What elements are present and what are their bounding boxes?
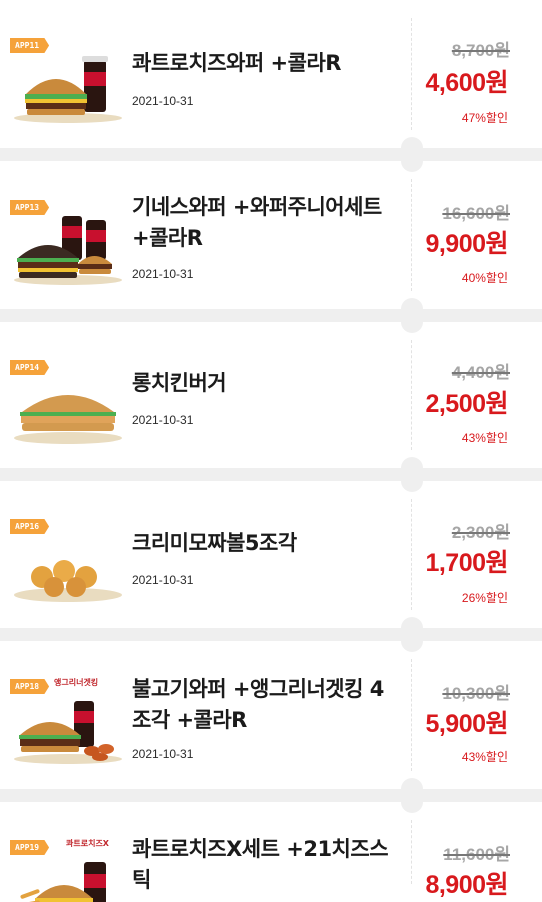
original-price: 16,600원 xyxy=(442,204,510,223)
original-price: 11,600원 xyxy=(443,845,510,864)
coupon-card[interactable]: APP13 기네스와퍼 +와퍼주니어세트 +콜라R 2021-10-31 16,… xyxy=(0,150,542,320)
coupon-code-badge: APP13 xyxy=(10,200,50,215)
sale-price: 5,900원 xyxy=(425,710,508,738)
coupon-code-badge: APP11 xyxy=(10,38,50,53)
original-price: 10,300원 xyxy=(442,684,510,703)
coupon-title: 불고기와퍼 +앵그리너겟킹 4조각 +콜라R xyxy=(132,677,384,732)
coupon-title: 콰트로치즈와퍼 +콜라R xyxy=(132,51,341,75)
burger-nuggets-set-icon xyxy=(14,701,122,764)
coupon-image: APP18 앵그리너겟킹 xyxy=(10,678,126,765)
coupon-expiry-date: 2021-10-31 xyxy=(132,747,194,761)
coupon-card[interactable]: APP14 롱치킨버거 2021-10-31 4,400원 2,500원 43%… xyxy=(0,311,542,479)
sale-price: 4,600원 xyxy=(425,69,508,97)
discount-rate: 40%할인 xyxy=(461,271,508,285)
discount-rate: 26%할인 xyxy=(461,591,508,605)
coupon-image: APP11 xyxy=(10,38,126,124)
card-notch xyxy=(401,311,423,333)
card-notch xyxy=(401,150,423,172)
coupon-title: 기네스와퍼 +와퍼주니어세트 +콜라R xyxy=(132,195,382,250)
coupon-image: APP13 xyxy=(10,200,126,286)
coupon-code-badge: APP16 xyxy=(10,519,50,534)
coupon-title: 크리미모짜볼5조각 xyxy=(132,531,297,555)
discount-rate: 47%할인 xyxy=(461,111,508,125)
card-notch xyxy=(401,791,423,813)
original-price: 4,400원 xyxy=(451,363,510,382)
coupon-title: 롱치킨버거 xyxy=(132,371,227,395)
card-notch xyxy=(401,630,423,652)
cheese-set-icon xyxy=(18,862,106,902)
coupon-code-badge: APP18 xyxy=(10,679,50,694)
coupon-image: APP14 xyxy=(10,360,126,446)
coupon-card[interactable]: APP19 콰트로치즈X 콰트로치즈X세트 +21치즈스틱 11,600원 8,… xyxy=(0,791,542,902)
sale-price: 8,900원 xyxy=(425,871,508,899)
card-notch xyxy=(401,470,423,492)
sale-price: 1,700원 xyxy=(425,549,508,577)
coupon-expiry-date: 2021-10-31 xyxy=(132,267,194,281)
sale-price: 9,900원 xyxy=(425,230,508,258)
coupon-image: APP19 콰트로치즈X xyxy=(10,839,126,902)
coupon-title: 콰트로치즈X세트 +21치즈스틱 xyxy=(132,837,389,892)
product-tag-label: 앵그리너겟킹 xyxy=(54,678,99,687)
discount-rate: 43%할인 xyxy=(461,431,508,445)
burger-set-icon xyxy=(14,56,122,123)
mozza-balls-icon xyxy=(14,560,122,602)
double-burger-set-icon xyxy=(14,216,122,285)
coupon-code-badge: APP14 xyxy=(10,360,50,375)
coupon-expiry-date: 2021-10-31 xyxy=(132,94,194,108)
coupon-card[interactable]: APP11 콰트로치즈와퍼 +콜라R 2021-10-31 8,700원 4,6… xyxy=(0,0,542,159)
coupon-image: APP16 xyxy=(10,519,126,605)
product-tag-label: 콰트로치즈X xyxy=(66,839,109,848)
long-chicken-burger-icon xyxy=(14,395,122,444)
original-price: 8,700원 xyxy=(451,41,510,60)
coupon-code-badge: APP19 xyxy=(10,840,50,855)
discount-rate: 43%할인 xyxy=(461,750,508,764)
coupon-card[interactable]: APP18 앵그리너겟킹 불고기와퍼 +앵그리너겟킹 4조각 +콜라R 2021… xyxy=(0,630,542,800)
coupon-expiry-date: 2021-10-31 xyxy=(132,573,194,587)
original-price: 2,300원 xyxy=(451,523,510,542)
coupon-expiry-date: 2021-10-31 xyxy=(132,413,194,427)
sale-price: 2,500원 xyxy=(425,390,508,418)
coupon-card[interactable]: APP16 크리미모짜볼5조각 2021-10-31 2,300원 1,700원… xyxy=(0,470,542,639)
